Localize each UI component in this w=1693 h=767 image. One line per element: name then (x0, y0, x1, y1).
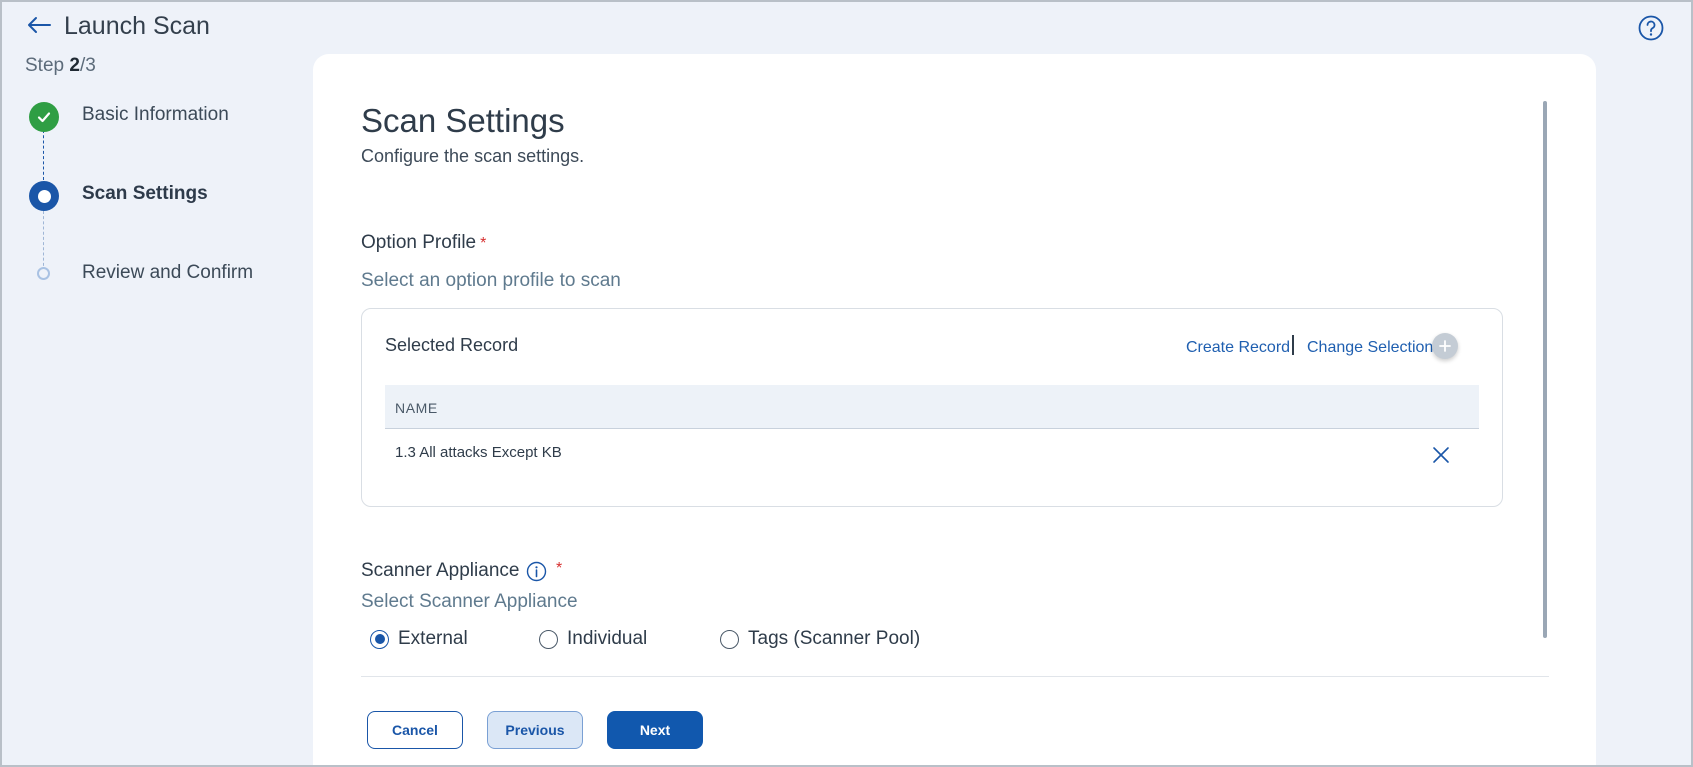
radio-individual-control[interactable] (539, 629, 558, 649)
step-counter: Step 2/3 (25, 55, 96, 77)
step-current: 2 (69, 55, 80, 76)
radio-individual-label: Individual (567, 628, 648, 649)
change-selection-link[interactable]: Change Selection (1307, 339, 1433, 357)
table-row-name-cell: 1.3 All attacks Except KB (395, 444, 562, 461)
close-icon[interactable] (1432, 446, 1450, 464)
stepper-connector-pending (43, 211, 44, 271)
radio-individual[interactable]: Individual (539, 628, 647, 650)
selected-record-title: Selected Record (385, 335, 519, 355)
section-subtitle: Configure the scan settings. (361, 146, 585, 166)
help-icon[interactable] (1638, 15, 1664, 41)
add-record-button[interactable] (1432, 333, 1458, 359)
step-prefix: Step (25, 55, 70, 76)
scrollbar[interactable] (1543, 101, 1547, 638)
step-basic-information[interactable]: Basic Information (82, 104, 229, 126)
required-mark: * (480, 235, 487, 252)
scanner-appliance-hint: Select Scanner Appliance (361, 591, 578, 612)
link-separator (1292, 335, 1294, 355)
radio-tags-control[interactable] (720, 629, 739, 649)
column-header-name: NAME (395, 400, 438, 416)
section-title: Scan Settings (361, 102, 565, 139)
step-review-and-confirm[interactable]: Review and Confirm (82, 262, 253, 284)
radio-external-control[interactable] (370, 629, 389, 649)
table-header: NAME (385, 385, 1479, 429)
step-pending-marker (37, 267, 50, 280)
previous-button[interactable]: Previous (487, 711, 583, 749)
step-completed-marker (29, 102, 59, 132)
radio-tags-scanner-pool[interactable]: Tags (Scanner Pool) (720, 628, 920, 650)
option-profile-hint: Select an option profile to scan (361, 270, 621, 291)
back-arrow-icon[interactable] (26, 14, 52, 36)
check-icon (37, 112, 51, 123)
create-record-link[interactable]: Create Record (1186, 339, 1290, 357)
stepper-connector-completed (43, 130, 44, 180)
option-profile-label-text: Option Profile (361, 232, 477, 253)
next-button[interactable]: Next (607, 711, 703, 749)
radio-tags-label: Tags (Scanner Pool) (748, 628, 921, 649)
page-title: Launch Scan (64, 12, 210, 40)
plus-icon (1439, 340, 1451, 352)
step-scan-settings[interactable]: Scan Settings (82, 183, 208, 205)
footer-divider (361, 676, 1549, 677)
scanner-appliance-label: Scanner Appliance (361, 560, 520, 581)
step-total: /3 (79, 55, 96, 76)
option-profile-label: Option Profile * (361, 232, 486, 254)
required-mark: * (556, 560, 563, 577)
cancel-button[interactable]: Cancel (367, 711, 463, 749)
radio-external-label: External (398, 628, 468, 649)
step-current-marker (29, 181, 59, 211)
radio-external[interactable]: External (370, 628, 468, 650)
info-icon[interactable] (526, 561, 547, 582)
